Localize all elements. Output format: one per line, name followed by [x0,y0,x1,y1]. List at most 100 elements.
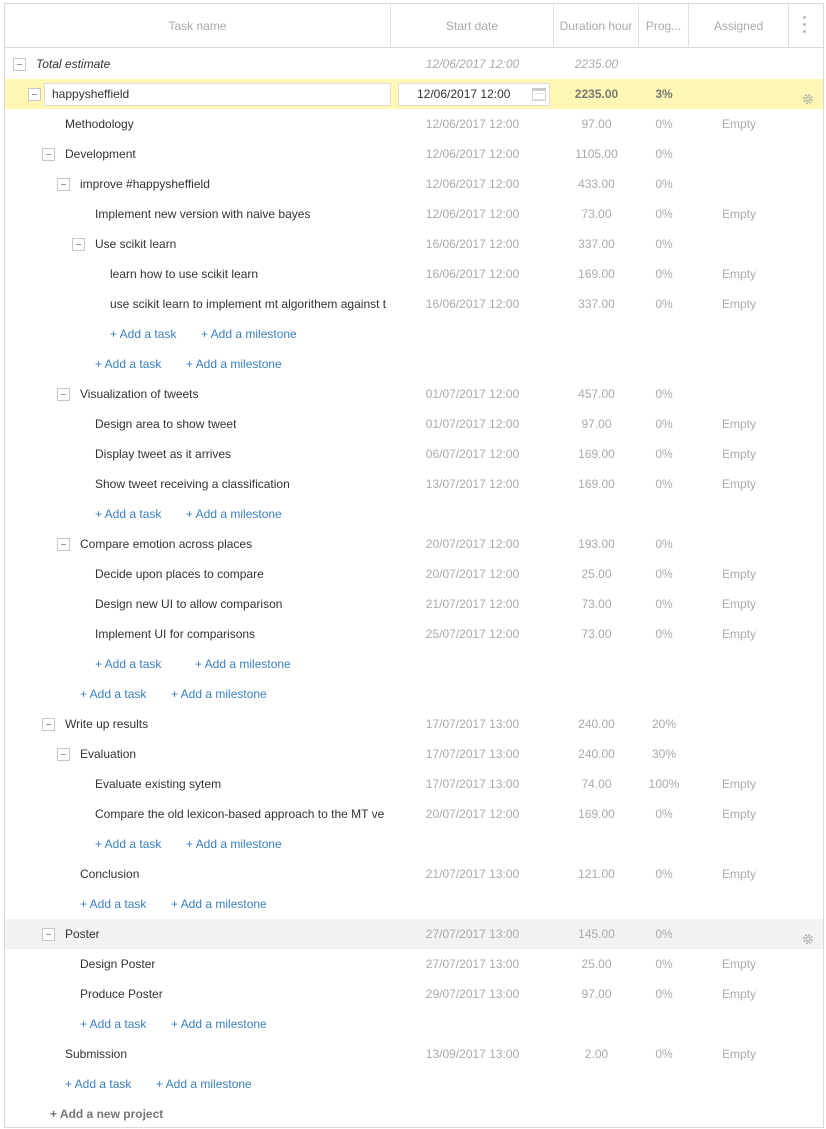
column-header-duration[interactable]: Duration hour [554,4,639,48]
collapse-icon[interactable] [57,178,70,191]
column-header-assigned[interactable]: Assigned [689,4,789,48]
task-assigned[interactable]: Empty [689,199,789,229]
project-row[interactable]: happysheffield 12/06/2017 12:00 2235.00 … [5,79,823,109]
add-task-link[interactable]: + Add a task [80,889,146,919]
task-row[interactable]: Design area to show tweet 01/07/2017 12:… [5,409,823,439]
add-new-project-link[interactable]: + Add a new project [50,1099,163,1127]
task-name[interactable]: Compare the old lexicon-based approach t… [95,799,384,829]
task-row[interactable]: use scikit learn to implement mt algorit… [5,289,823,319]
task-name[interactable]: Design area to show tweet [95,409,236,439]
collapse-icon[interactable] [57,388,70,401]
task-row[interactable]: Show tweet receiving a classification 13… [5,469,823,499]
add-milestone-link[interactable]: + Add a milestone [171,889,267,919]
task-assigned[interactable]: Empty [689,1039,789,1069]
task-row[interactable]: Submission 13/09/2017 13:00 2.00 0% Empt… [5,1039,823,1069]
task-assigned[interactable]: Empty [689,109,789,139]
add-milestone-link[interactable]: + Add a milestone [195,649,291,679]
task-name[interactable]: Implement UI for comparisons [95,619,255,649]
task-assigned[interactable]: Empty [689,859,789,889]
add-task-link[interactable]: + Add a task [95,829,161,859]
task-row[interactable]: Write up results 17/07/2017 13:00 240.00… [5,709,823,739]
task-name[interactable]: Display tweet as it arrives [95,439,231,469]
task-row[interactable]: Design Poster 27/07/2017 13:00 25.00 0% … [5,949,823,979]
task-name[interactable]: Poster [65,919,100,949]
task-assigned[interactable]: Empty [689,409,789,439]
task-assigned[interactable]: Empty [689,469,789,499]
collapse-icon[interactable] [13,58,26,71]
task-assigned[interactable]: Empty [689,979,789,1009]
task-assigned[interactable]: Empty [689,259,789,289]
add-task-link[interactable]: + Add a task [65,1069,131,1099]
task-row[interactable]: Visualization of tweets 01/07/2017 12:00… [5,379,823,409]
add-milestone-link[interactable]: + Add a milestone [201,319,297,349]
project-start-date-input[interactable]: 12/06/2017 12:00 [398,83,550,106]
task-assigned[interactable]: Empty [689,949,789,979]
task-name[interactable]: use scikit learn to implement mt algorit… [110,289,386,319]
column-menu-button[interactable] [789,4,823,48]
collapse-icon[interactable] [57,748,70,761]
task-assigned[interactable]: Empty [689,559,789,589]
add-task-link[interactable]: + Add a task [95,349,161,379]
task-row[interactable]: Produce Poster 29/07/2017 13:00 97.00 0%… [5,979,823,1009]
task-name[interactable]: Development [65,139,136,169]
collapse-icon[interactable] [42,718,55,731]
add-milestone-link[interactable]: + Add a milestone [171,679,267,709]
task-name[interactable]: Conclusion [80,859,139,889]
add-task-link[interactable]: + Add a task [80,1009,146,1039]
add-milestone-link[interactable]: + Add a milestone [186,829,282,859]
task-name[interactable]: Evaluate existing sytem [95,769,221,799]
task-assigned[interactable]: Empty [689,439,789,469]
task-assigned[interactable]: Empty [689,589,789,619]
task-name[interactable]: Visualization of tweets [80,379,199,409]
gear-icon[interactable] [801,927,815,944]
collapse-icon[interactable] [42,928,55,941]
collapse-icon[interactable] [42,148,55,161]
column-header-task-name[interactable]: Task name [5,4,391,48]
task-assigned[interactable]: Empty [689,799,789,829]
task-row[interactable]: Evaluation 17/07/2017 13:00 240.00 30% [5,739,823,769]
task-row[interactable]: Methodology 12/06/2017 12:00 97.00 0% Em… [5,109,823,139]
add-milestone-link[interactable]: + Add a milestone [186,349,282,379]
task-assigned[interactable]: Empty [689,289,789,319]
task-name[interactable]: Methodology [65,109,134,139]
task-name[interactable]: Evaluation [80,739,136,769]
task-name[interactable]: learn how to use scikit learn [110,259,258,289]
task-row[interactable]: Implement UI for comparisons 25/07/2017 … [5,619,823,649]
task-row[interactable]: Display tweet as it arrives 06/07/2017 1… [5,439,823,469]
task-row[interactable]: Compare the old lexicon-based approach t… [5,799,823,829]
task-name[interactable]: Design Poster [80,949,155,979]
task-name[interactable]: Design new UI to allow comparison [95,589,282,619]
task-assigned[interactable]: Empty [689,769,789,799]
add-milestone-link[interactable]: + Add a milestone [156,1069,252,1099]
collapse-icon[interactable] [72,238,85,251]
add-milestone-link[interactable]: + Add a milestone [171,1009,267,1039]
collapse-icon[interactable] [28,88,41,101]
task-row[interactable]: Development 12/06/2017 12:00 1105.00 0% [5,139,823,169]
task-row[interactable]: learn how to use scikit learn 16/06/2017… [5,259,823,289]
add-task-link[interactable]: + Add a task [95,499,161,529]
task-assigned[interactable]: Empty [689,619,789,649]
task-name[interactable]: Decide upon places to compare [95,559,264,589]
add-milestone-link[interactable]: + Add a milestone [186,499,282,529]
task-name[interactable]: Use scikit learn [95,229,176,259]
task-name[interactable]: Implement new version with naive bayes [95,199,310,229]
task-name[interactable]: Produce Poster [80,979,163,1009]
calendar-icon[interactable] [532,88,546,101]
add-task-link[interactable]: + Add a task [95,649,161,679]
task-name[interactable]: Compare emotion across places [80,529,252,559]
column-header-start-date[interactable]: Start date [391,4,554,48]
task-row[interactable]: Implement new version with naive bayes 1… [5,199,823,229]
task-row[interactable]: Compare emotion across places 20/07/2017… [5,529,823,559]
task-name[interactable]: Show tweet receiving a classification [95,469,290,499]
task-row[interactable]: Poster 27/07/2017 13:00 145.00 0% [5,919,823,949]
task-row[interactable]: Conclusion 21/07/2017 13:00 121.00 0% Em… [5,859,823,889]
task-row[interactable]: improve #happysheffield 12/06/2017 12:00… [5,169,823,199]
task-row[interactable]: Evaluate existing sytem 17/07/2017 13:00… [5,769,823,799]
task-name[interactable]: Write up results [65,709,148,739]
task-name[interactable]: improve #happysheffield [80,169,210,199]
task-row[interactable]: Design new UI to allow comparison 21/07/… [5,589,823,619]
column-header-progress[interactable]: Prog... [639,4,689,48]
task-row[interactable]: Use scikit learn 16/06/2017 12:00 337.00… [5,229,823,259]
add-task-link[interactable]: + Add a task [110,319,176,349]
task-name[interactable]: Submission [65,1039,127,1069]
